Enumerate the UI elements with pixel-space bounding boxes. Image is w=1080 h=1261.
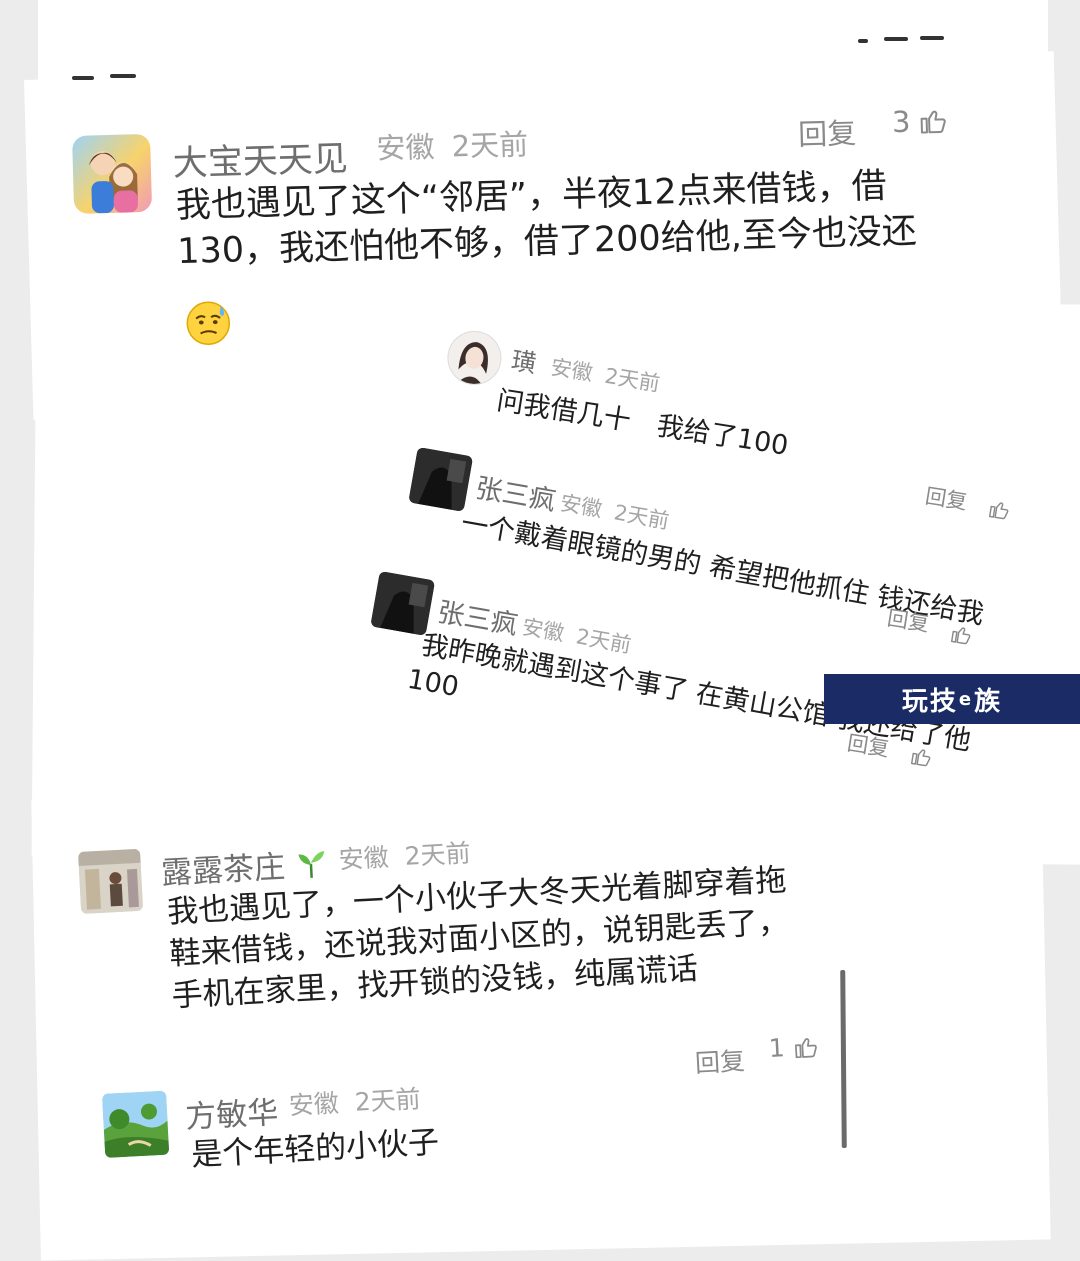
username[interactable]: 方敏华 [184, 1087, 279, 1137]
scrap-dash [110, 74, 136, 78]
like-button[interactable]: 3 [891, 104, 949, 140]
comment-meta: 安徽 2天前 [376, 121, 529, 167]
thumbs-up-icon [949, 622, 974, 647]
username[interactable]: 大宝天天见 [172, 130, 348, 186]
region-label: 安徽 [549, 355, 595, 386]
time-label: 2天前 [451, 127, 529, 164]
watermark-text: 玩技 [901, 686, 958, 717]
comment-meta: 安徽 2天前 [338, 833, 472, 876]
watermark-logo: 玩技 e 族 [824, 674, 1080, 724]
region-label: 安徽 [288, 1088, 340, 1121]
avatar[interactable] [78, 848, 144, 914]
reply-button[interactable]: 回复 [798, 110, 857, 154]
avatar[interactable] [72, 133, 153, 214]
scrap-dash [858, 39, 868, 43]
scrap-dash [920, 36, 944, 40]
avatar[interactable] [408, 447, 474, 512]
like-button[interactable]: 1 [768, 1031, 819, 1063]
reply-button[interactable]: 回复 [845, 727, 891, 763]
region-label: 安徽 [375, 129, 435, 166]
region-label: 安徽 [520, 614, 566, 646]
comment-meta: 安徽 2天前 [288, 1079, 422, 1122]
thumbs-up-icon [918, 106, 949, 137]
like-count: 3 [891, 104, 911, 140]
scrap-dash [884, 37, 908, 41]
avatar[interactable] [370, 571, 436, 636]
like-count: 1 [768, 1033, 786, 1063]
region-label: 安徽 [558, 490, 604, 522]
scrap-dash [72, 76, 94, 80]
watermark-text: 族 [974, 686, 1003, 717]
like-button[interactable] [949, 622, 974, 647]
thumbs-up-icon [792, 1033, 819, 1060]
reply-button[interactable]: 回复 [694, 1041, 746, 1080]
time-label: 2天前 [403, 838, 472, 871]
thumbs-up-icon [987, 497, 1012, 522]
reply-button[interactable]: 回复 [923, 480, 969, 516]
like-button[interactable] [909, 744, 934, 769]
watermark-text: e [958, 688, 974, 710]
time-label: 2天前 [353, 1084, 422, 1117]
reply-button[interactable]: 回复 [885, 602, 931, 638]
thumbs-up-icon [909, 744, 934, 769]
anxious-sweat-emoji-icon [185, 300, 232, 351]
avatar[interactable] [102, 1090, 170, 1158]
like-button[interactable] [987, 497, 1012, 522]
region-label: 安徽 [338, 842, 390, 875]
sprout-icon [294, 847, 328, 889]
